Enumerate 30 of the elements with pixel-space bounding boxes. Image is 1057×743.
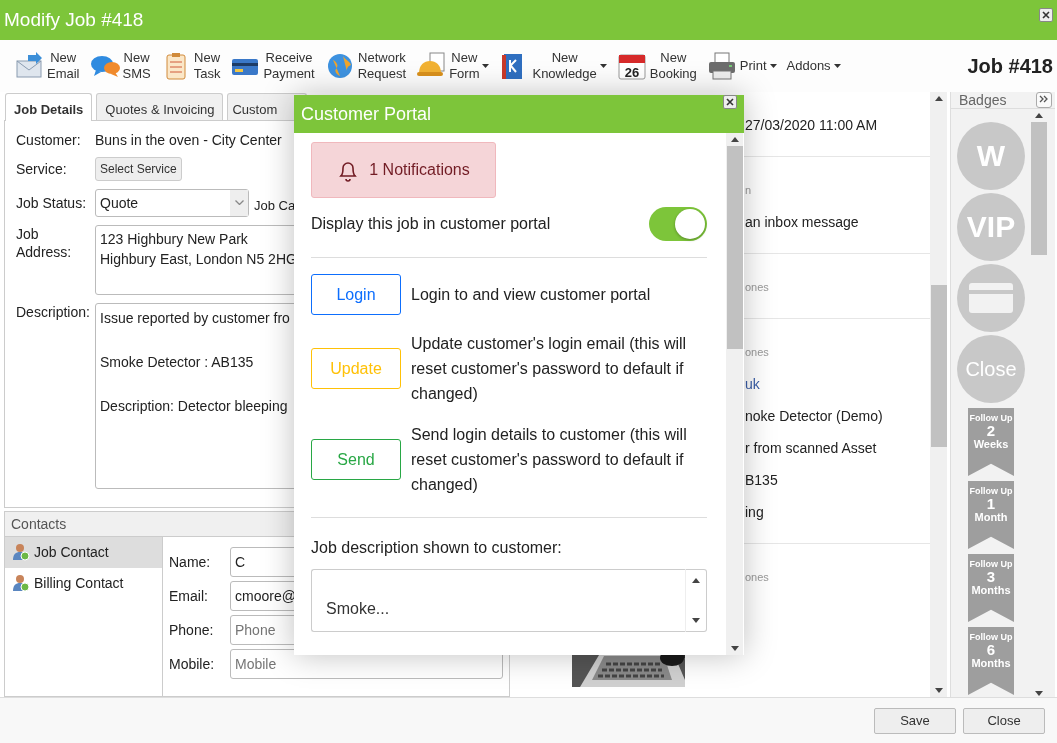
calendar-icon: 26 <box>616 51 647 81</box>
field-label: Customer: <box>16 130 82 149</box>
meta-text: ones <box>745 280 770 295</box>
meta-text: ones <box>745 345 770 360</box>
window-title: Modify Job #418 <box>4 9 144 31</box>
field-label: Name: <box>169 552 212 571</box>
field-label: Job Status: <box>16 193 88 212</box>
activity-text: an inbox message <box>745 213 860 231</box>
field-label: Job Address: <box>16 224 73 261</box>
meta-text: ones <box>745 570 770 585</box>
customer-name: Buns in the oven - City Center <box>95 130 282 149</box>
field-label: Phone: <box>169 620 215 639</box>
field-label: Job description shown to customer: <box>311 539 563 557</box>
meta-text: n <box>745 183 753 198</box>
field-label: Job Ca <box>254 198 296 214</box>
toggle-label: Display this job in customer portal <box>311 215 551 233</box>
action-description: Send login details to customer (this will reset customer's password to default if changed) <box>411 425 688 495</box>
field-label: Mobile: <box>169 654 216 673</box>
action-description: Update customer's login email (this will reset customer's password to default if changed) <box>411 334 688 404</box>
job-number: Job #418 <box>967 54 1053 78</box>
field-label: Service: <box>16 159 68 178</box>
panel-title: Badges <box>959 92 1007 108</box>
activity-text: B135 <box>745 471 779 489</box>
action-description: Login to and view customer portal <box>411 285 651 305</box>
activity-text: r from scanned Asset <box>745 439 878 457</box>
field-label: Email: <box>169 586 209 605</box>
field-label: Description: <box>16 302 91 321</box>
activity-text: ing <box>745 503 765 521</box>
activity-text: noke Detector (Demo) <box>745 407 884 425</box>
activity-text: 27/03/2020 11:00 AM <box>745 116 879 134</box>
